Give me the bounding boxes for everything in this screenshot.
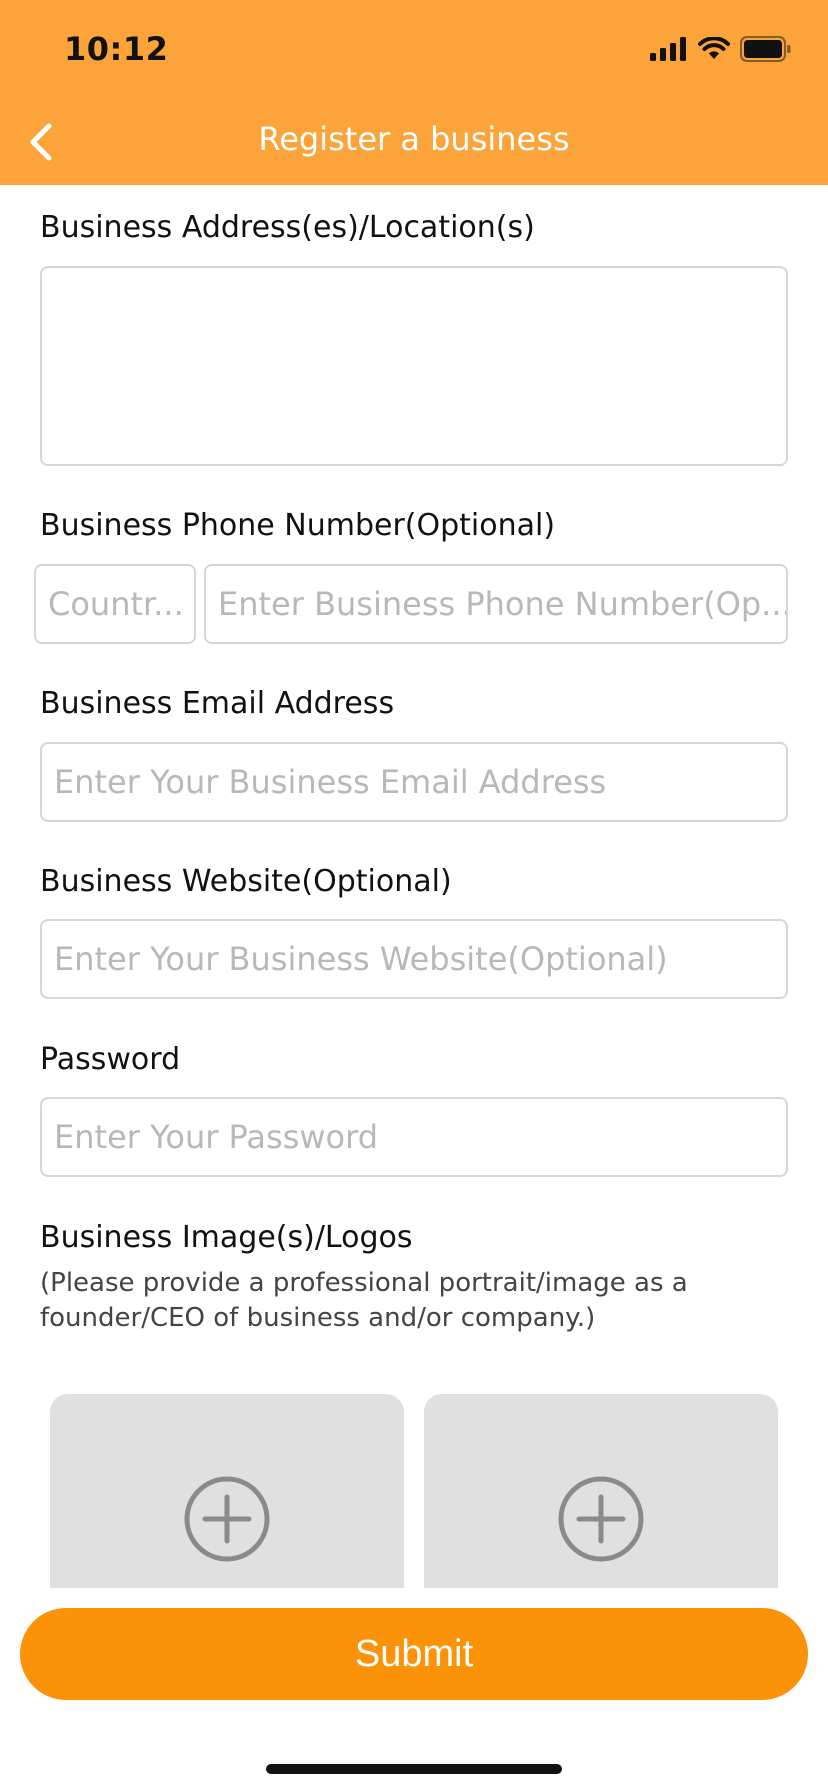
website-label: Business Website(Optional) — [40, 864, 452, 899]
password-label: Password — [40, 1042, 181, 1077]
images-helper-text: (Please provide a professional portrait/… — [40, 1268, 688, 1333]
email-label: Business Email Address — [40, 686, 395, 721]
status-icons — [650, 36, 792, 62]
signal-icon — [650, 37, 686, 61]
battery-icon — [740, 36, 791, 62]
wifi-icon — [698, 37, 730, 59]
password-field[interactable]: Enter Your Password — [40, 1097, 788, 1177]
country-code-field[interactable]: Countr... — [34, 564, 196, 644]
page-title: Register a business — [258, 120, 570, 158]
phone-number-field[interactable]: Enter Business Phone Number(Op... — [204, 564, 788, 644]
submit-button[interactable]: Submit — [20, 1608, 808, 1700]
add-circle-icon — [184, 1476, 270, 1562]
header-bar: 10:12 Register a business — [0, 0, 828, 185]
add-circle-icon — [558, 1476, 644, 1562]
email-field[interactable]: Enter Your Business Email Address — [40, 742, 788, 822]
phone-label: Business Phone Number(Optional) — [40, 508, 556, 543]
register-business-screen: 10:12 Register a business Business Addre… — [0, 0, 828, 1792]
home-indicator[interactable] — [266, 1764, 562, 1774]
website-field[interactable]: Enter Your Business Website(Optional) — [40, 919, 788, 999]
images-label: Business Image(s)/Logos — [40, 1220, 413, 1255]
add-image-tile-2[interactable] — [424, 1394, 778, 1588]
status-time: 10:12 — [64, 30, 169, 68]
address-textarea[interactable] — [40, 266, 788, 466]
address-label: Business Address(es)/Location(s) — [40, 210, 535, 245]
add-image-tile-1[interactable] — [50, 1394, 404, 1588]
